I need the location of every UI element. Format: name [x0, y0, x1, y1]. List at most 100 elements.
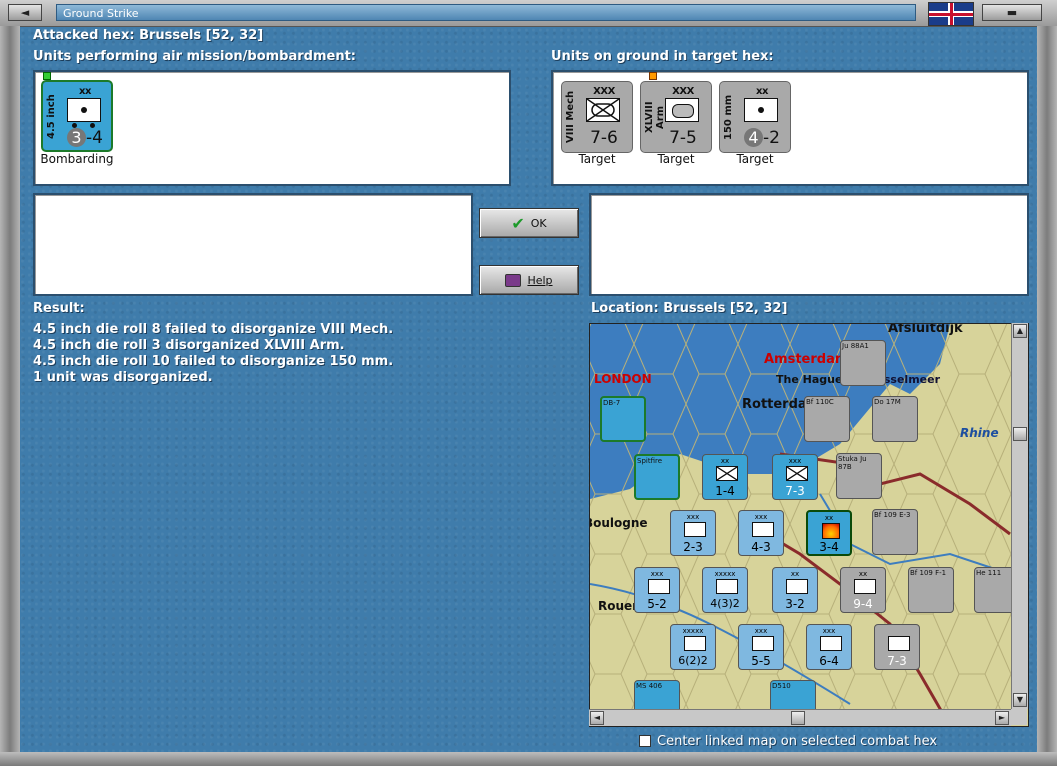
map-label-afsluitdijk: Afsluitdijk	[888, 323, 963, 336]
scroll-up-button[interactable]: ▲	[1013, 324, 1027, 338]
map-unit-strength: 3-2	[785, 597, 805, 611]
air-details-panel	[33, 193, 473, 296]
unit-strength: 3 -4	[57, 128, 113, 148]
infantry-symbol-icon	[820, 636, 842, 651]
status-dot-icon	[43, 72, 51, 80]
ground-unit-status: Target	[657, 152, 695, 166]
help-button[interactable]: Help	[479, 265, 579, 295]
ground-units-label: Units on ground in target hex:	[551, 49, 774, 64]
map-horizontal-scrollbar[interactable]: ◄ ►	[589, 709, 1011, 726]
window-title: Ground Strike	[56, 4, 916, 21]
aircraft-counter[interactable]: Stuka Ju 87B	[836, 453, 882, 499]
scroll-down-button[interactable]: ▼	[1013, 693, 1027, 707]
window-titlebar-frame: ◄ Ground Strike ▬	[0, 0, 1057, 27]
aircraft-type: Do 17M	[874, 398, 901, 406]
map-unit-counter[interactable]: xxx 4-3	[738, 510, 784, 556]
map-unit-counter[interactable]: xxx 6-4	[806, 624, 852, 670]
ground-details-panel	[589, 193, 1029, 296]
map-unit-counter[interactable]: 7-3	[874, 624, 920, 670]
aircraft-type: Bf 110C	[806, 398, 834, 406]
aircraft-counter[interactable]: DB-7	[600, 396, 646, 442]
result-line: 4.5 inch die roll 3 disorganized XLVIII …	[33, 338, 345, 353]
status-dot-icon	[649, 72, 657, 80]
air-units-label: Units performing air mission/bombardment…	[33, 49, 357, 64]
ground-unit-counter[interactable]: 150 mm xx 4 -2	[719, 81, 791, 153]
armor-symbol-icon	[665, 98, 699, 122]
aircraft-type: D510	[772, 682, 791, 690]
window-close-button[interactable]: ▬	[982, 4, 1042, 21]
center-map-option[interactable]: Center linked map on selected combat hex	[639, 732, 937, 750]
window-menu-button[interactable]: ◄	[8, 4, 42, 21]
map-unit-counter[interactable]: xxx 7-3	[772, 454, 818, 500]
map-unit-counter-selected[interactable]: xx 3-4	[806, 510, 852, 556]
aircraft-counter[interactable]: Spitfire	[634, 454, 680, 500]
map-unit-counter[interactable]: xxx 5-2	[634, 567, 680, 613]
result-line: 1 unit was disorganized.	[33, 370, 213, 385]
checkmark-icon: ✔	[511, 213, 525, 233]
aircraft-counter[interactable]: Bf 109 E-3	[872, 509, 918, 555]
infantry-symbol-icon	[684, 636, 706, 651]
map-label-the-hague: The Hague	[776, 373, 843, 386]
ground-unit-counter[interactable]: VIII Mech XXX 7-6	[561, 81, 633, 153]
map-unit-size: xxxxx	[714, 570, 736, 578]
unit-size: XXX	[672, 86, 694, 97]
back-arrow-icon: ◄	[20, 6, 30, 19]
ground-unit-counter[interactable]: XLVIII Arm XXX 7-5	[640, 81, 712, 153]
map-unit-counter[interactable]: xx 1-4	[702, 454, 748, 500]
scroll-corner	[1011, 709, 1027, 725]
help-label: Help	[527, 273, 553, 287]
map-unit-size: xxx	[754, 513, 768, 521]
scroll-left-button[interactable]: ◄	[590, 711, 604, 725]
window-frame-bottom	[0, 752, 1057, 766]
aircraft-type: Ju 88A1	[842, 342, 869, 350]
map-unit-counter[interactable]: xxx 5-5	[738, 624, 784, 670]
map-label-amsterdam: Amsterdam	[764, 352, 849, 367]
artillery-symbol-icon	[786, 579, 808, 594]
map-unit-size: xxx	[754, 627, 768, 635]
aircraft-counter[interactable]: Bf 110C	[804, 396, 850, 442]
aircraft-counter[interactable]: Do 17M	[872, 396, 918, 442]
ok-button[interactable]: ✔ OK	[479, 208, 579, 238]
map-unit-strength: 4-3	[751, 540, 771, 554]
map-unit-counter[interactable]: xxxxx 6(2)2	[670, 624, 716, 670]
map-unit-size: xxx	[822, 627, 836, 635]
unit-strength: 7-5	[669, 128, 697, 148]
map-unit-size: xxx	[650, 570, 664, 578]
infantry-symbol-icon	[752, 636, 774, 651]
map-label-boulogne: Boulogne	[589, 516, 648, 530]
aircraft-counter[interactable]: Bf 109 F-1	[908, 567, 954, 613]
map-vertical-scrollbar[interactable]: ▲ ▼	[1011, 323, 1028, 709]
air-unit-counter[interactable]: 4.5 inch xx 3 -4	[41, 80, 113, 152]
map-unit-size: xxx	[686, 513, 700, 521]
map-unit-counter[interactable]: xxxxx 4(3)2	[702, 567, 748, 613]
ground-unit-status: Target	[578, 152, 616, 166]
result-label: Result:	[33, 301, 85, 316]
infantry-symbol-icon	[888, 636, 910, 651]
scroll-thumb-horizontal[interactable]	[791, 711, 805, 725]
aircraft-counter[interactable]: Ju 88A1	[840, 340, 886, 386]
aircraft-type: Bf 109 F-1	[910, 569, 947, 577]
map-unit-strength: 3-4	[819, 540, 839, 554]
unit-size: xx	[79, 86, 91, 97]
artillery-symbol-icon	[67, 98, 101, 128]
window-frame-left	[0, 26, 20, 752]
unit-strength: 4 -2	[734, 128, 790, 148]
map-unit-strength: 5-5	[751, 654, 771, 668]
aircraft-type: He 111	[976, 569, 1002, 577]
aircraft-type: Stuka Ju 87B	[838, 455, 867, 471]
map-unit-size: xx	[858, 570, 868, 578]
scroll-thumb-vertical[interactable]	[1013, 427, 1027, 441]
artillery-symbol-icon	[744, 98, 778, 122]
map-unit-counter[interactable]: xx 3-2	[772, 567, 818, 613]
result-line: 4.5 inch die roll 10 failed to disorgani…	[33, 354, 394, 369]
scroll-right-button[interactable]: ►	[995, 711, 1009, 725]
map-unit-counter[interactable]: xx 9-4	[840, 567, 886, 613]
map-label-rhine: Rhine	[960, 426, 999, 440]
aircraft-type: Bf 109 E-3	[874, 511, 911, 519]
center-map-checkbox[interactable]	[639, 735, 651, 747]
linked-map[interactable]: Afsluitdijk Amsterdam The Hague Ijsselme…	[589, 323, 1029, 727]
fire-icon	[822, 523, 840, 539]
map-unit-strength: 1-4	[715, 484, 735, 498]
map-unit-counter[interactable]: xxx 2-3	[670, 510, 716, 556]
infantry-symbol-icon	[786, 466, 808, 481]
